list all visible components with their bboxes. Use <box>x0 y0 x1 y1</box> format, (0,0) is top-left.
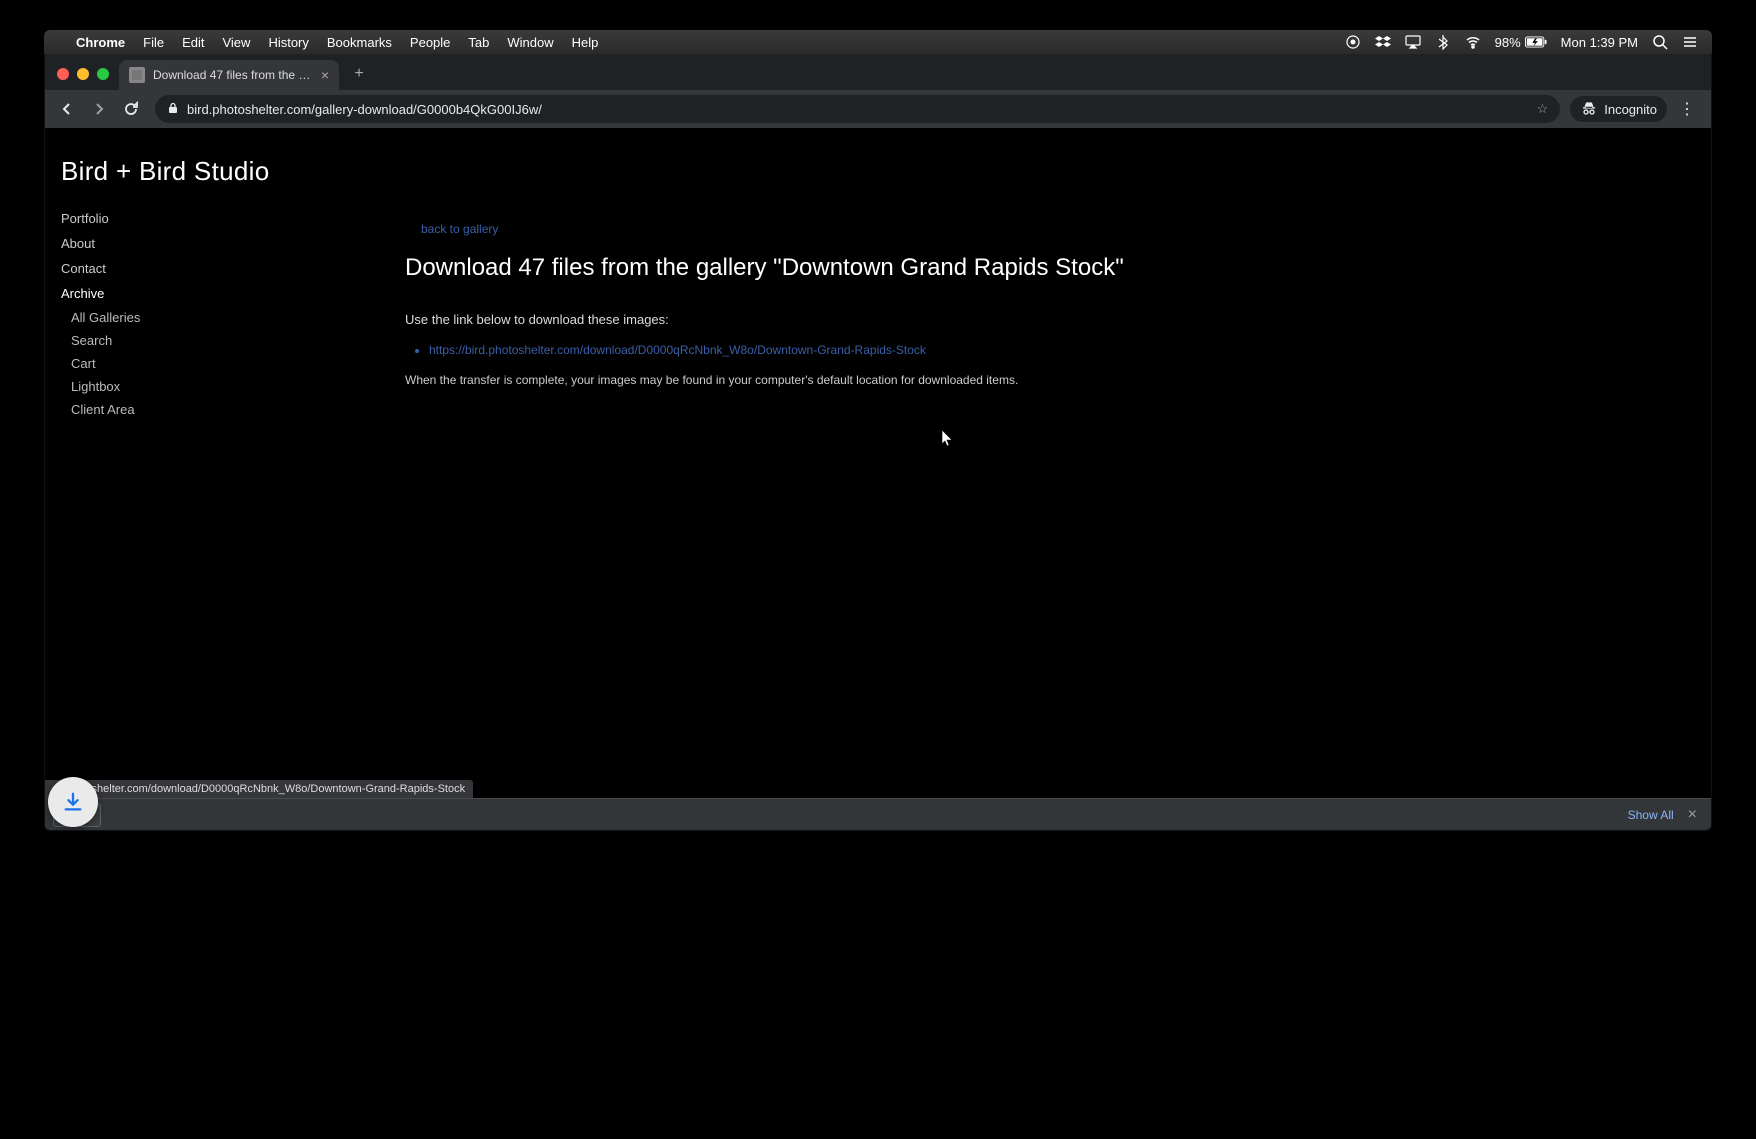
nav-all-galleries[interactable]: All Galleries <box>61 306 321 329</box>
battery-percent: 98% <box>1495 35 1521 50</box>
app-name[interactable]: Chrome <box>76 35 125 50</box>
close-shelf-button[interactable]: × <box>1682 806 1703 824</box>
back-to-gallery-link[interactable]: back to gallery <box>421 222 498 236</box>
show-all-downloads-link[interactable]: Show All <box>1628 808 1674 822</box>
incognito-label: Incognito <box>1604 102 1657 117</box>
page-heading: Download 47 files from the gallery "Down… <box>405 254 1671 282</box>
chrome-menu-button[interactable]: ⋮ <box>1671 99 1703 119</box>
tab-title: Download 47 files from the gal <box>153 68 313 82</box>
airplay-icon[interactable] <box>1405 34 1421 50</box>
lock-icon <box>167 102 179 117</box>
intro-text: Use the link below to download these ima… <box>405 312 1671 327</box>
spotlight-icon[interactable] <box>1652 34 1668 50</box>
window-controls <box>57 68 109 80</box>
page-content: Bird + Bird Studio Portfolio About Conta… <box>45 128 1711 830</box>
control-center-icon[interactable] <box>1682 34 1698 50</box>
tab-close-icon[interactable]: × <box>321 67 329 83</box>
nav-archive[interactable]: Archive <box>61 281 321 306</box>
forward-button[interactable] <box>85 95 113 123</box>
screen-record-icon[interactable] <box>1345 34 1361 50</box>
wifi-icon[interactable] <box>1465 34 1481 50</box>
menu-view[interactable]: View <box>222 35 250 50</box>
browser-window: Download 47 files from the gal × + bird.… <box>44 54 1712 831</box>
nav-portfolio[interactable]: Portfolio <box>61 206 321 231</box>
download-animation-bubble <box>48 777 98 827</box>
nav-about[interactable]: About <box>61 231 321 256</box>
nav-lightbox[interactable]: Lightbox <box>61 375 321 398</box>
outro-text: When the transfer is complete, your imag… <box>405 373 1671 387</box>
bookmark-star-icon[interactable]: ☆ <box>1537 101 1549 117</box>
menu-edit[interactable]: Edit <box>182 35 204 50</box>
download-shelf: ⌃ Show All × <box>45 798 1711 830</box>
menu-history[interactable]: History <box>268 35 308 50</box>
tab-favicon <box>129 67 145 83</box>
cursor-icon <box>941 429 955 447</box>
link-hover-statusbar: …photoshelter.com/download/D0000qRcNbnk_… <box>45 780 473 798</box>
browser-toolbar: bird.photoshelter.com/gallery-download/G… <box>45 90 1711 128</box>
main-content: back to gallery Download 47 files from t… <box>405 220 1671 387</box>
url-text: bird.photoshelter.com/gallery-download/G… <box>187 102 542 117</box>
tab-strip: Download 47 files from the gal × + <box>45 54 1711 90</box>
minimize-window-button[interactable] <box>77 68 89 80</box>
maximize-window-button[interactable] <box>97 68 109 80</box>
browser-tab[interactable]: Download 47 files from the gal × <box>119 60 339 90</box>
reload-button[interactable] <box>117 95 145 123</box>
battery-status[interactable]: 98% <box>1495 35 1547 50</box>
menu-tab[interactable]: Tab <box>468 35 489 50</box>
bluetooth-icon[interactable] <box>1435 34 1451 50</box>
menu-help[interactable]: Help <box>572 35 599 50</box>
close-window-button[interactable] <box>57 68 69 80</box>
site-title[interactable]: Bird + Bird Studio <box>61 156 269 187</box>
menu-bookmarks[interactable]: Bookmarks <box>327 35 392 50</box>
dropbox-icon[interactable] <box>1375 34 1391 50</box>
macos-menubar: Chrome File Edit View History Bookmarks … <box>44 30 1712 54</box>
site-nav: Portfolio About Contact Archive All Gall… <box>61 206 321 421</box>
back-button[interactable] <box>53 95 81 123</box>
menubar-clock[interactable]: Mon 1:39 PM <box>1561 35 1638 50</box>
menu-window[interactable]: Window <box>507 35 553 50</box>
nav-search[interactable]: Search <box>61 329 321 352</box>
download-link[interactable]: https://bird.photoshelter.com/download/D… <box>429 343 926 357</box>
nav-client-area[interactable]: Client Area <box>61 398 321 421</box>
new-tab-button[interactable]: + <box>345 60 373 88</box>
download-link-item: https://bird.photoshelter.com/download/D… <box>429 343 1671 357</box>
nav-contact[interactable]: Contact <box>61 256 321 281</box>
menu-file[interactable]: File <box>143 35 164 50</box>
incognito-indicator[interactable]: Incognito <box>1570 96 1667 122</box>
nav-cart[interactable]: Cart <box>61 352 321 375</box>
address-bar[interactable]: bird.photoshelter.com/gallery-download/G… <box>155 95 1560 123</box>
menu-people[interactable]: People <box>410 35 450 50</box>
